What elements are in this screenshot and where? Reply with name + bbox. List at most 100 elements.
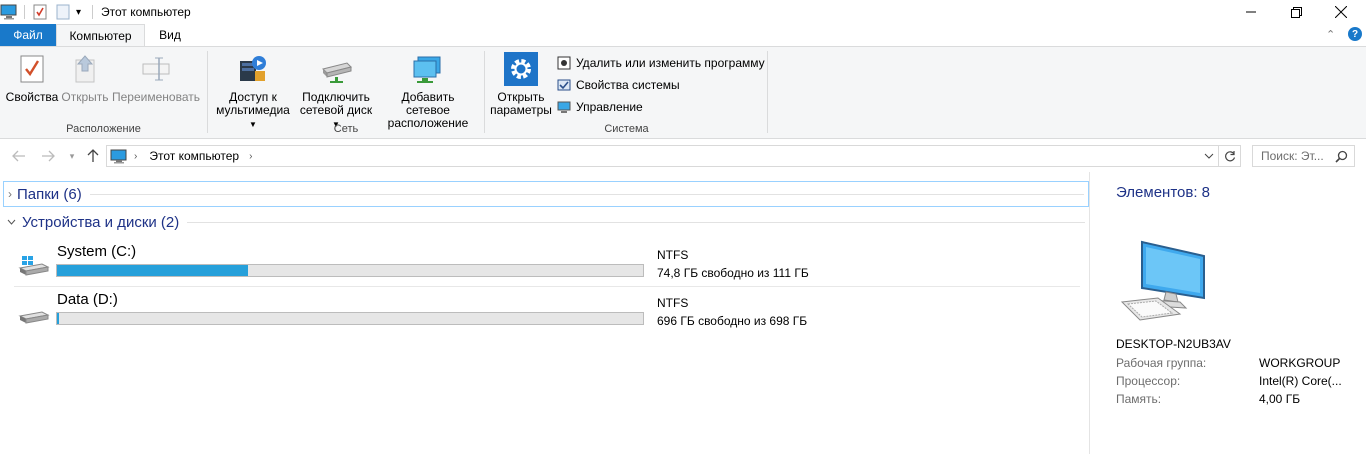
address-dropdown-icon[interactable] xyxy=(1204,151,1214,162)
group-label-location: Расположение xyxy=(66,123,141,135)
map-network-drive-button[interactable]: Подключить сетевой диск ▼ xyxy=(296,51,376,131)
system-properties-button[interactable]: Свойства системы xyxy=(556,76,680,94)
content-pane: › Папки (6) Устройства и диски (2) Syste… xyxy=(0,172,1090,454)
rename-button[interactable]: Переименовать xyxy=(112,51,200,104)
refresh-icon xyxy=(1224,151,1235,162)
open-settings-button[interactable]: Открыть параметры xyxy=(489,51,553,117)
recent-locations-dropdown-icon[interactable]: ▾ xyxy=(62,147,82,165)
ribbon-tabs: Файл Компьютер Вид ⌃ ? xyxy=(0,24,1366,47)
minimize-button[interactable] xyxy=(1228,0,1274,24)
computer-large-icon xyxy=(1120,236,1210,325)
window-title: Этот компьютер xyxy=(101,5,191,19)
search-icon[interactable] xyxy=(1335,150,1348,163)
back-arrow-icon[interactable] xyxy=(9,147,29,165)
divider xyxy=(14,286,1080,287)
cpu-value: Intel(R) Core(... xyxy=(1259,374,1342,388)
computer-name: DESKTOP-N2UB3AV xyxy=(1116,337,1231,351)
breadcrumb-this-pc[interactable]: Этот компьютер xyxy=(149,149,239,163)
drive-free-space: 696 ГБ свободно из 698 ГБ xyxy=(657,314,808,328)
folders-header-label: Папки (6) xyxy=(17,185,82,203)
system-properties-icon xyxy=(556,77,572,93)
expand-chevron-icon[interactable]: › xyxy=(8,187,12,201)
group-separator xyxy=(767,51,768,133)
maximize-button[interactable] xyxy=(1273,0,1319,24)
add-network-location-button[interactable]: Добавить сетевое расположение xyxy=(378,51,478,130)
quick-access-dropdown-icon[interactable]: ▾ xyxy=(76,3,81,21)
drive-item-c[interactable]: System (C:) NTFS 74,8 ГБ свободно из 111… xyxy=(14,240,1080,286)
details-pane: Элементов: 8 DESKTOP-N2UB3AV Рабочая гру… xyxy=(1089,172,1366,454)
rename-icon xyxy=(139,51,173,87)
tab-computer[interactable]: Компьютер xyxy=(56,24,145,47)
map-drive-label-2: сетевой диск xyxy=(299,103,373,117)
workgroup-value: WORKGROUP xyxy=(1259,356,1341,370)
rename-label: Переименовать xyxy=(112,90,200,104)
media-access-label-2: мультимедиа xyxy=(216,103,290,117)
manage-label: Управление xyxy=(576,100,643,114)
refresh-button[interactable] xyxy=(1219,145,1241,167)
manage-computer-icon xyxy=(556,99,572,115)
open-button[interactable]: Открыть xyxy=(60,51,110,104)
separator xyxy=(92,5,93,19)
group-network: Доступ к мультимедиа ▼ Подключить сетево… xyxy=(208,47,484,138)
drive-filesystem: NTFS xyxy=(657,248,689,262)
uninstall-label: Удалить или изменить программу xyxy=(576,56,765,70)
drive-usage-fill xyxy=(57,265,249,276)
search-input[interactable]: Поиск: Эт... xyxy=(1252,145,1355,167)
open-icon xyxy=(68,51,102,87)
group-system: Открыть параметры Удалить или изменить п… xyxy=(485,47,768,138)
new-folder-quick-icon[interactable] xyxy=(56,3,70,21)
network-drive-icon xyxy=(319,51,353,87)
forward-arrow-icon[interactable] xyxy=(38,147,58,165)
uninstall-icon xyxy=(556,55,572,71)
drive-name: System (C:) xyxy=(57,243,137,260)
group-label-system: Система xyxy=(604,123,649,135)
media-access-button[interactable]: Доступ к мультимедиа ▼ xyxy=(212,51,294,131)
breadcrumb-chevron-icon[interactable]: › xyxy=(249,151,252,162)
drive-name: Data (D:) xyxy=(57,291,118,308)
address-bar[interactable]: › Этот компьютер › xyxy=(106,145,1219,167)
memory-value: 4,00 ГБ xyxy=(1259,392,1301,406)
up-arrow-icon[interactable] xyxy=(83,147,103,165)
title-bar: ▾ Этот компьютер xyxy=(0,0,1366,24)
item-count: Элементов: 8 xyxy=(1116,184,1211,201)
search-placeholder: Поиск: Эт... xyxy=(1261,149,1324,163)
tab-file[interactable]: Файл xyxy=(0,24,56,46)
computer-icon xyxy=(110,149,128,164)
properties-quick-icon[interactable] xyxy=(33,3,47,21)
add-location-label-1: Добавить сетевое xyxy=(401,90,455,117)
workgroup-label: Рабочая группа: xyxy=(1116,356,1207,370)
breadcrumb-chevron-icon[interactable]: › xyxy=(134,151,137,162)
group-header-devices[interactable]: Устройства и диски (2) xyxy=(3,209,1089,235)
drive-usage-fill xyxy=(57,313,59,324)
close-button[interactable] xyxy=(1318,0,1364,24)
system-drive-icon xyxy=(18,254,50,278)
network-location-icon xyxy=(411,51,445,87)
settings-gear-icon xyxy=(504,51,538,87)
properties-button[interactable]: Свойства xyxy=(6,51,58,104)
collapse-chevron-icon[interactable] xyxy=(7,219,16,225)
tab-view[interactable]: Вид xyxy=(147,24,193,46)
group-label-network: Сеть xyxy=(333,123,359,135)
divider xyxy=(187,221,1085,223)
drive-usage-bar xyxy=(56,312,644,325)
manage-button[interactable]: Управление xyxy=(556,98,643,116)
group-header-folders[interactable]: › Папки (6) xyxy=(3,181,1089,207)
collapse-ribbon-icon[interactable]: ⌃ xyxy=(1326,28,1335,41)
drive-free-space: 74,8 ГБ свободно из 111 ГБ xyxy=(657,266,809,280)
help-icon[interactable]: ? xyxy=(1348,27,1362,41)
drive-item-d[interactable]: Data (D:) NTFS 696 ГБ свободно из 698 ГБ xyxy=(14,288,1080,334)
open-settings-label-2: параметры xyxy=(490,103,552,117)
devices-header-label: Устройства и диски (2) xyxy=(22,213,180,231)
uninstall-program-button[interactable]: Удалить или изменить программу xyxy=(556,54,765,72)
open-label: Открыть xyxy=(61,90,109,104)
cpu-label: Процессор: xyxy=(1116,374,1181,388)
media-server-icon xyxy=(236,51,270,87)
properties-label: Свойства xyxy=(5,90,59,104)
navigation-bar: ▾ › Этот компьютер › Поиск: Эт... xyxy=(0,140,1366,172)
drive-usage-bar xyxy=(56,264,644,277)
hard-drive-icon xyxy=(18,302,50,326)
computer-icon xyxy=(0,3,18,21)
memory-label: Память: xyxy=(1116,392,1162,406)
properties-icon xyxy=(15,51,49,87)
system-properties-label: Свойства системы xyxy=(576,78,680,92)
